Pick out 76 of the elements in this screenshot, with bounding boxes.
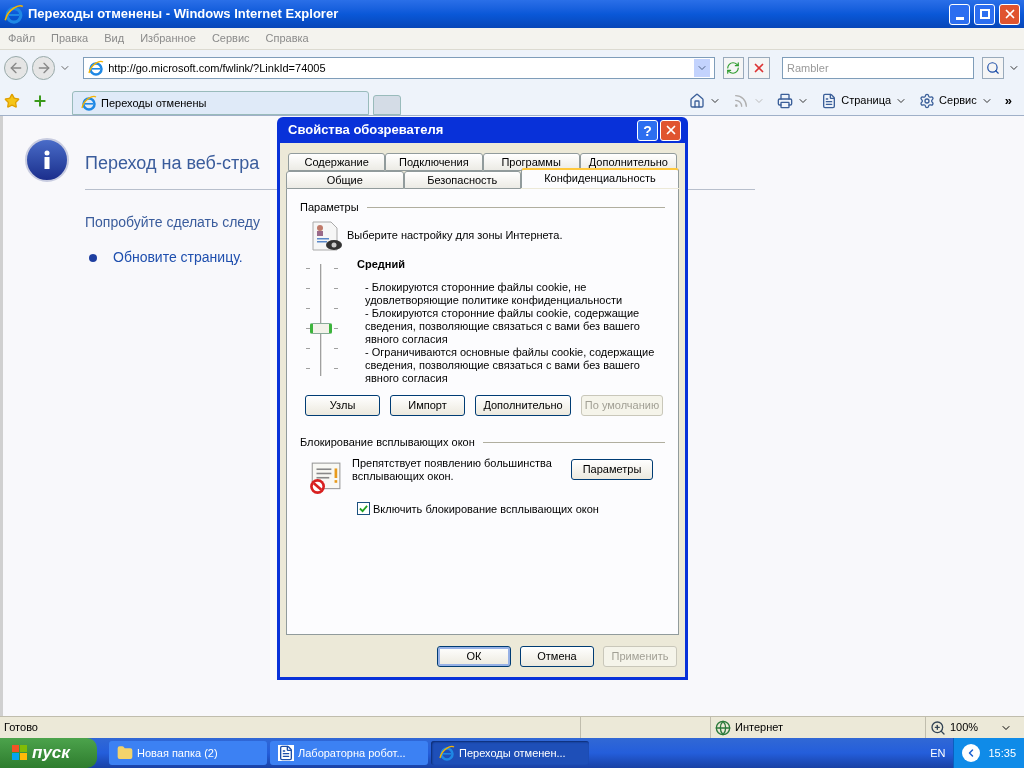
clock: 15:35 [988,745,1016,761]
close-button[interactable] [660,119,681,141]
folder-icon [117,745,133,761]
dialog-tab[interactable]: Безопасность [403,171,522,189]
gear-icon[interactable] [919,92,936,109]
dialog-button[interactable]: ОК [437,646,511,667]
taskbar-button[interactable]: Переходы отменен... [431,741,589,765]
dialog-tab[interactable]: Программы [482,153,580,171]
instruction-text: Попробуйте сделать следу [85,213,261,232]
group-label: Блокирование всплывающих окон [300,435,475,450]
browser-tab[interactable]: Переходы отменены [72,91,369,115]
printer-icon[interactable] [777,92,794,109]
bullet-icon [89,253,97,262]
dialog-tab[interactable]: Содержание [288,153,386,171]
taskbar-button[interactable]: Лабораторна робот... [270,741,428,765]
address-text: http://go.microsoft.com/fwlink/?LinkId=74005 [108,60,327,76]
level-description: - Ограничиваются основные файлы cookie, содержащие сведения, позволяющие связаться с вами без вашего явного согласия [365,346,656,385]
page-icon[interactable] [821,92,838,109]
group-label: Параметры [300,200,359,215]
back-button[interactable] [4,56,28,80]
refresh-icon [726,61,741,75]
language-indicator[interactable]: EN [930,744,946,762]
windows-logo-icon [12,745,28,761]
minimize-button[interactable] [949,3,970,25]
stop-button[interactable] [748,57,770,79]
command-label[interactable]: Страница [841,92,892,109]
search-field[interactable]: Rambler [782,57,975,79]
tray-expand-icon[interactable] [962,744,981,762]
dialog-tab[interactable]: Подключения [385,153,483,171]
ie-logo-icon [81,95,97,111]
dialog-tab[interactable]: Общие [286,171,404,189]
dialog-title: Свойства обозревателя [287,121,445,140]
globe-icon [715,719,731,736]
address-field[interactable]: http://go.microsoft.com/fwlink/?LinkId=74005 [83,57,715,79]
level-description: - Блокируются сторонние файлы cookie, не удовлетворяющие политике конфиденциальности [365,281,624,307]
refresh-link[interactable]: Обновите страницу. [113,247,243,268]
checkbox-label: Включить блокирование всплывающих окон [373,501,599,517]
privacy-button[interactable]: Импорт [390,395,465,416]
popup-blocked-icon [308,460,342,495]
start-button[interactable]: пуск [0,738,97,768]
refresh-button[interactable] [722,57,745,79]
dialog-tab[interactable]: Конфиденциальность [521,168,679,188]
dialog-button[interactable]: Отмена [520,646,594,667]
document-icon [278,745,294,761]
popup-settings-button[interactable]: Параметры [571,458,653,480]
search-button[interactable] [982,57,1005,79]
popup-description: Препятствует появлению большинства всплывающих окон. [352,456,553,483]
privacy-level: Средний [357,256,406,272]
search-icon [986,61,1001,75]
more-commands[interactable]: » [1004,90,1012,111]
help-button[interactable]: ? [637,119,658,141]
zone-text: Интернет [735,720,783,736]
close-button[interactable] [999,3,1020,25]
address-dropdown[interactable] [693,59,710,77]
browser-icon [439,745,455,761]
privacy-button[interactable]: Дополнительно [475,395,571,416]
home-icon[interactable] [689,92,706,109]
info-icon [25,138,69,182]
privacy-document-icon [311,219,343,252]
window-title: Переходы отменены - Windows Internet Explorer [28,5,340,24]
page-icon [88,60,105,76]
taskbar-button[interactable]: Новая папка (2) [109,741,267,765]
zone-prompt: Выберите настройку для зоны Интернета. [347,228,563,244]
zoom-level[interactable]: 100% [950,719,979,736]
privacy-button[interactable]: Узлы [305,395,380,416]
slider-thumb[interactable] [310,322,332,334]
favorites-star-icon[interactable] [4,92,20,109]
checkbox[interactable] [357,502,370,516]
ie-logo-icon [4,4,24,24]
forward-button[interactable] [31,56,56,80]
add-favorite-icon[interactable] [32,92,48,109]
status-text: Готово [3,720,39,736]
command-label[interactable]: Сервис [939,92,977,109]
level-description: - Блокируются сторонние файлы cookie, содержащие сведения, позволяющие связаться с вами без вашего явного согласия [365,307,641,346]
zoom-icon[interactable] [930,719,946,736]
maximize-button[interactable] [974,3,995,25]
